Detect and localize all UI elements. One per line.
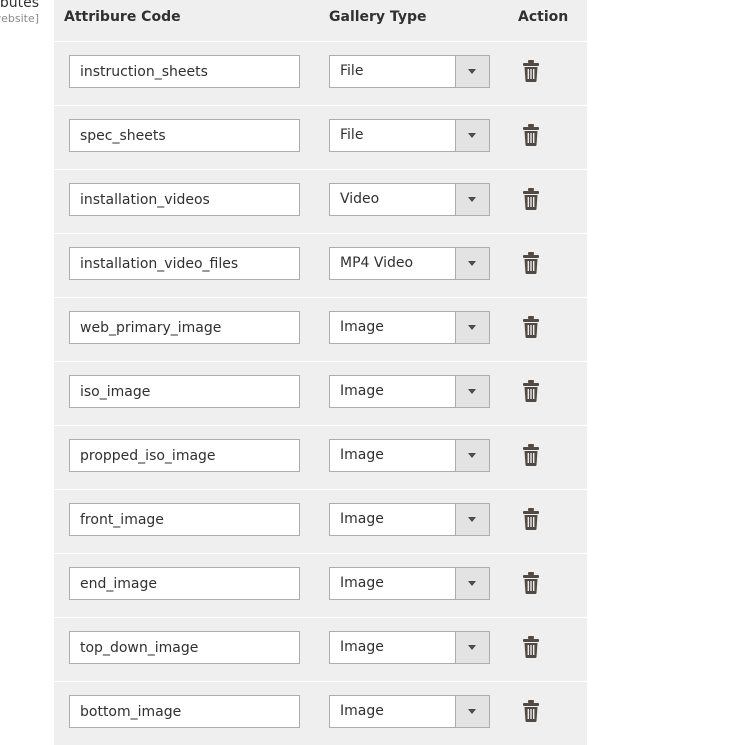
- table-header: Attribure Code Gallery Type Action: [54, 0, 587, 41]
- table-row: File: [54, 41, 587, 105]
- attribute-code-input[interactable]: [69, 119, 300, 152]
- select-toggle-button[interactable]: [455, 184, 489, 215]
- gallery-type-value: Image: [340, 703, 384, 719]
- chevron-down-icon: [468, 581, 476, 586]
- scope-label-fragment: website]: [0, 12, 39, 25]
- gallery-type-select[interactable]: MP4 Video: [329, 247, 490, 280]
- gallery-type-value: Image: [340, 575, 384, 591]
- gallery-type-select[interactable]: Image: [329, 311, 490, 344]
- chevron-down-icon: [468, 517, 476, 522]
- table-row: MP4 Video: [54, 233, 587, 297]
- trash-icon[interactable]: [521, 251, 541, 275]
- gallery-type-select[interactable]: File: [329, 55, 490, 88]
- attribute-code-input[interactable]: [69, 183, 300, 216]
- chevron-down-icon: [468, 197, 476, 202]
- select-toggle-button[interactable]: [455, 568, 489, 599]
- gallery-type-value: File: [340, 63, 364, 79]
- gallery-type-select[interactable]: Image: [329, 439, 490, 472]
- chevron-down-icon: [468, 325, 476, 330]
- gallery-type-value: Image: [340, 511, 384, 527]
- attribute-code-input[interactable]: [69, 311, 300, 344]
- trash-icon[interactable]: [521, 571, 541, 595]
- table-row: Video: [54, 169, 587, 233]
- select-toggle-button[interactable]: [455, 120, 489, 151]
- gallery-type-select[interactable]: File: [329, 119, 490, 152]
- chevron-down-icon: [468, 389, 476, 394]
- header-action: Action: [518, 9, 569, 25]
- gallery-attributes-table: Attribure Code Gallery Type Action File F…: [54, 0, 587, 745]
- table-row: Image: [54, 489, 587, 553]
- gallery-type-value: Video: [340, 191, 380, 207]
- attribute-code-input[interactable]: [69, 375, 300, 408]
- table-row: Image: [54, 553, 587, 617]
- trash-icon[interactable]: [521, 123, 541, 147]
- chevron-down-icon: [468, 261, 476, 266]
- chevron-down-icon: [468, 133, 476, 138]
- trash-icon[interactable]: [521, 699, 541, 723]
- gallery-type-select[interactable]: Image: [329, 375, 490, 408]
- gallery-type-select[interactable]: Image: [329, 503, 490, 536]
- chevron-down-icon: [468, 709, 476, 714]
- header-attribute-code: Attribure Code: [64, 9, 181, 25]
- select-toggle-button[interactable]: [455, 504, 489, 535]
- gallery-type-value: Image: [340, 447, 384, 463]
- trash-icon[interactable]: [521, 507, 541, 531]
- header-gallery-type: Gallery Type: [329, 9, 427, 25]
- trash-icon[interactable]: [521, 187, 541, 211]
- select-toggle-button[interactable]: [455, 56, 489, 87]
- trash-icon[interactable]: [521, 379, 541, 403]
- table-row: Image: [54, 297, 587, 361]
- attribute-code-input[interactable]: [69, 567, 300, 600]
- attribute-code-input[interactable]: [69, 55, 300, 88]
- table-row: File: [54, 105, 587, 169]
- gallery-type-select[interactable]: Image: [329, 631, 490, 664]
- select-toggle-button[interactable]: [455, 632, 489, 663]
- table-row: Image: [54, 617, 587, 681]
- table-row: Image: [54, 425, 587, 489]
- table-row: Image: [54, 361, 587, 425]
- chevron-down-icon: [468, 69, 476, 74]
- select-toggle-button[interactable]: [455, 440, 489, 471]
- attribute-code-input[interactable]: [69, 247, 300, 280]
- gallery-type-select[interactable]: Image: [329, 567, 490, 600]
- gallery-type-value: Image: [340, 383, 384, 399]
- select-toggle-button[interactable]: [455, 376, 489, 407]
- select-toggle-button[interactable]: [455, 248, 489, 279]
- gallery-type-value: File: [340, 127, 364, 143]
- attribute-code-input[interactable]: [69, 695, 300, 728]
- gallery-type-value: Image: [340, 639, 384, 655]
- select-toggle-button[interactable]: [455, 696, 489, 727]
- attribute-code-input[interactable]: [69, 439, 300, 472]
- attribute-code-input[interactable]: [69, 631, 300, 664]
- gallery-type-value: Image: [340, 319, 384, 335]
- trash-icon[interactable]: [521, 635, 541, 659]
- trash-icon[interactable]: [521, 443, 541, 467]
- chevron-down-icon: [468, 645, 476, 650]
- trash-icon[interactable]: [521, 315, 541, 339]
- attribute-code-input[interactable]: [69, 503, 300, 536]
- chevron-down-icon: [468, 453, 476, 458]
- section-title-fragment: ibutes: [0, 0, 39, 11]
- gallery-type-select[interactable]: Video: [329, 183, 490, 216]
- select-toggle-button[interactable]: [455, 312, 489, 343]
- table-row: Image: [54, 681, 587, 745]
- gallery-type-value: MP4 Video: [340, 255, 414, 271]
- trash-icon[interactable]: [521, 59, 541, 83]
- gallery-type-select[interactable]: Image: [329, 695, 490, 728]
